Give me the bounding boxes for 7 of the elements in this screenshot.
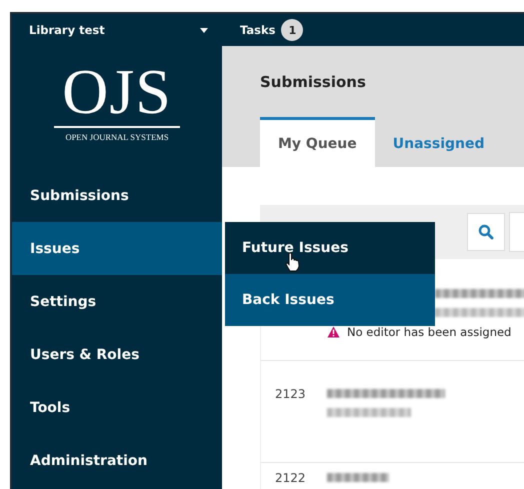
submission-id: 2123	[275, 386, 307, 403]
page-title: Submissions	[260, 73, 367, 93]
warning-message: No editor has been assigned	[347, 325, 512, 339]
tasks-count: 1	[281, 19, 304, 41]
logo-text: OJS	[62, 60, 172, 124]
logo-tagline: OPEN JOURNAL SYSTEMS	[65, 132, 169, 142]
submission-id: 2122	[275, 470, 307, 487]
